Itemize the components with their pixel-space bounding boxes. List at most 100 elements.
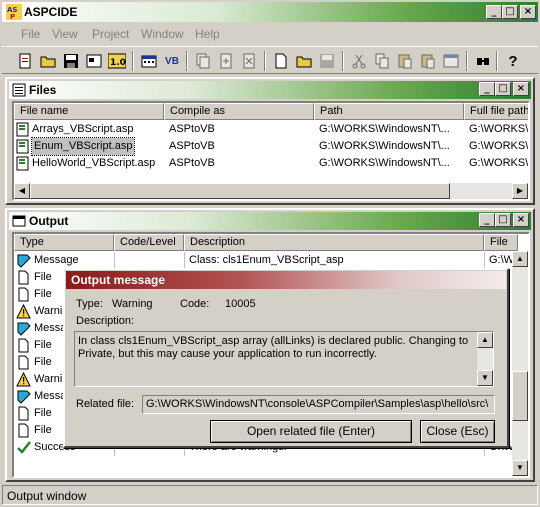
description-scrollbar[interactable]: ▲ ▼ xyxy=(477,332,493,386)
open-folder-icon[interactable] xyxy=(37,51,59,71)
minimize-button[interactable]: _ xyxy=(486,5,502,19)
desc-scroll-up-button[interactable]: ▲ xyxy=(477,332,493,348)
scroll-right-button[interactable]: ▶ xyxy=(512,183,528,199)
menu-window[interactable]: Window xyxy=(141,27,184,41)
col-compile-as[interactable]: Compile as xyxy=(164,103,314,120)
help-icon[interactable]: ? xyxy=(502,51,524,71)
dialog-title-bar[interactable]: Output message xyxy=(66,271,506,289)
paste-icon[interactable] xyxy=(394,51,416,71)
close-dialog-button[interactable]: Close (Esc) xyxy=(420,420,495,443)
files-title-bar[interactable]: Files _ □ × xyxy=(9,81,531,99)
files-window: Files _ □ × File name Compile as Path Fu… xyxy=(5,77,535,205)
menu-bar: File View Project Window Help xyxy=(2,24,538,44)
copy-doc-icon[interactable] xyxy=(192,51,214,71)
output-close-button[interactable]: × xyxy=(513,213,529,227)
asp-file-icon xyxy=(16,156,29,171)
code-value: 10005 xyxy=(225,298,256,310)
scroll-up-button[interactable]: ▲ xyxy=(512,251,528,267)
table-row[interactable]: Enum_VBScript.asp ASPtoVB G:\WORKS\Windo… xyxy=(14,137,528,156)
files-hscrollbar[interactable]: ◀ ▶ xyxy=(14,183,528,199)
output-window-icon xyxy=(12,215,26,227)
output-vscrollbar[interactable]: ▲ ▼ xyxy=(512,251,528,476)
status-bar: Output window xyxy=(2,485,538,505)
file-name: Arrays_VBScript.asp xyxy=(32,123,134,135)
check-icon xyxy=(16,440,31,458)
col-file[interactable]: File xyxy=(484,234,518,251)
output-minimize-button[interactable]: _ xyxy=(479,213,495,227)
col-code-level[interactable]: Code/Level xyxy=(114,234,184,251)
scroll-thumb[interactable] xyxy=(30,183,450,199)
project-icon[interactable] xyxy=(83,51,105,71)
compile-icon[interactable]: 1.0 xyxy=(106,51,128,71)
open-related-file-button[interactable]: Open related file (Enter) xyxy=(210,420,412,443)
description-text: In class cls1Enum_VBScript_asp array (al… xyxy=(78,335,469,360)
cell-file: G:\W xyxy=(489,254,514,266)
app-title: ASPCIDE xyxy=(24,5,78,19)
table-row[interactable]: HelloWorld_VBScript.asp ASPtoVB G:\WORKS… xyxy=(14,155,529,172)
col-file-name[interactable]: File name xyxy=(14,103,164,120)
scroll-left-button[interactable]: ◀ xyxy=(14,183,30,199)
copy-icon[interactable] xyxy=(371,51,393,71)
scroll-thumb[interactable] xyxy=(512,371,528,421)
file-name: Enum_VBScript.asp xyxy=(30,137,136,156)
doc-remove-icon[interactable] xyxy=(238,51,260,71)
related-file-field[interactable]: G:\WORKS\WindowsNT\console\ASPCompiler\S… xyxy=(142,395,495,414)
svg-text:P: P xyxy=(10,13,15,20)
svg-text:1.0: 1.0 xyxy=(110,58,126,68)
description-box[interactable]: In class cls1Enum_VBScript_asp array (al… xyxy=(74,331,494,387)
save-doc-icon[interactable] xyxy=(316,51,338,71)
table-row[interactable]: Arrays_VBScript.asp ASPtoVB G:\WORKS\Win… xyxy=(14,121,529,138)
files-minimize-button[interactable]: _ xyxy=(479,82,495,96)
table-row[interactable]: Message Class: cls1Enum_VBScript_asp G:\W xyxy=(14,252,514,269)
col-description[interactable]: Description xyxy=(184,234,484,251)
window-icon[interactable] xyxy=(440,51,462,71)
asp-file-icon xyxy=(16,139,29,154)
scroll-down-button[interactable]: ▼ xyxy=(512,460,528,476)
col-type[interactable]: Type xyxy=(14,234,114,251)
paste-special-icon[interactable] xyxy=(417,51,439,71)
menu-help[interactable]: Help xyxy=(195,27,220,41)
maximize-button[interactable]: □ xyxy=(502,5,518,19)
app-icon: AS P xyxy=(6,4,22,20)
type-label: Type: xyxy=(76,298,103,310)
vb-icon[interactable]: VB xyxy=(161,51,183,71)
output-message-dialog: Output message Type: Warning Code: 10005… xyxy=(63,268,509,448)
files-window-icon xyxy=(12,83,26,97)
status-text: Output window xyxy=(7,489,87,503)
menu-file[interactable]: File xyxy=(21,27,40,41)
compile-as: ASPtoVB xyxy=(169,123,215,135)
close-button[interactable]: × xyxy=(520,5,536,19)
app-title-bar[interactable]: AS P ASPCIDE _ □ × xyxy=(2,2,538,22)
open-doc-icon[interactable] xyxy=(293,51,315,71)
files-list: File name Compile as Path Full file path… xyxy=(12,101,530,201)
desc-scroll-down-button[interactable]: ▼ xyxy=(477,370,493,386)
path: G:\WORKS\WindowsNT\... xyxy=(319,157,450,169)
description-label: Description: xyxy=(76,315,135,327)
path: G:\WORKS\WindowsNT\... xyxy=(319,140,450,152)
code-label: Code: xyxy=(180,298,210,310)
cut-icon[interactable] xyxy=(348,51,370,71)
file-name: HelloWorld_VBScript.asp xyxy=(32,157,156,169)
type-value: Warning xyxy=(112,298,153,310)
new-file-icon[interactable] xyxy=(14,51,36,71)
related-file-value: G:\WORKS\WindowsNT\console\ASPCompiler\S… xyxy=(146,398,489,410)
files-close-button[interactable]: × xyxy=(513,82,529,96)
output-title: Output xyxy=(29,214,69,228)
calendar-icon[interactable] xyxy=(138,51,160,71)
path: G:\WORKS\WindowsNT\... xyxy=(319,123,450,135)
output-title-bar[interactable]: Output _ □ × xyxy=(9,212,531,230)
cell-desc: Class: cls1Enum_VBScript_asp xyxy=(189,254,344,266)
full-path: G:\WORKS\ xyxy=(469,157,529,169)
save-icon[interactable] xyxy=(60,51,82,71)
output-maximize-button[interactable]: □ xyxy=(495,213,511,227)
col-path[interactable]: Path xyxy=(314,103,464,120)
related-file-label: Related file: xyxy=(76,398,135,410)
doc-add-icon[interactable] xyxy=(215,51,237,71)
find-icon[interactable] xyxy=(472,51,494,71)
files-maximize-button[interactable]: □ xyxy=(495,82,511,96)
new-doc-icon[interactable] xyxy=(270,51,292,71)
col-full-file-path[interactable]: Full file path xyxy=(464,103,528,120)
menu-view[interactable]: View xyxy=(52,27,78,41)
full-path: G:\WORKS\ xyxy=(469,123,529,135)
menu-project[interactable]: Project xyxy=(92,27,129,41)
